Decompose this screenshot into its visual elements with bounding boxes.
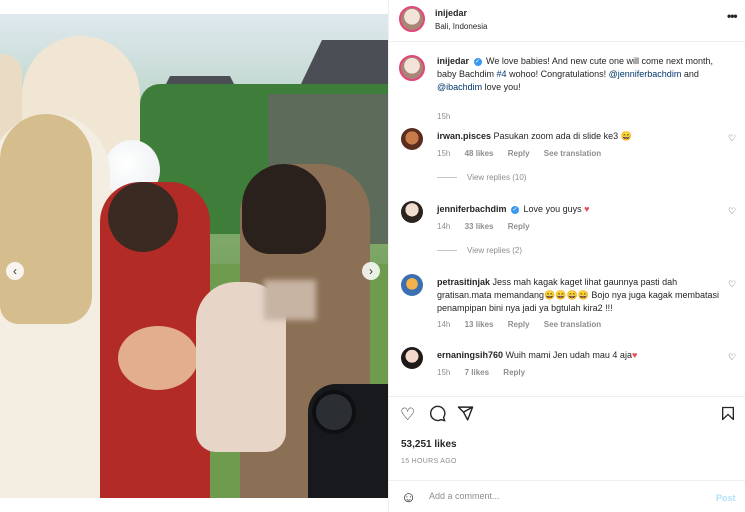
comment-avatar[interactable]: [401, 274, 423, 296]
comment-likes[interactable]: 33 likes: [465, 222, 494, 231]
comment-text: irwan.pisces Pasukan zoom ada di slide k…: [437, 130, 727, 143]
comment-item: petrasitinjak Jess mah kagak kaget lihat…: [389, 274, 745, 334]
comment-reply-button[interactable]: Reply: [508, 222, 530, 231]
caption-mention-1[interactable]: @jenniferbachdim: [609, 69, 682, 79]
post-side-panel: inijedar Bali, Indonesia ••• inijedar ✓ …: [388, 0, 745, 512]
comment-text: petrasitinjak Jess mah kagak kaget lihat…: [437, 276, 727, 315]
comment-avatar[interactable]: [401, 128, 423, 150]
heart-icon[interactable]: ♡: [400, 405, 415, 425]
comment-likes[interactable]: 7 likes: [465, 368, 489, 377]
verified-icon: ✓: [473, 57, 482, 66]
post-caption: inijedar ✓ We love babies! And new cute …: [389, 55, 745, 121]
comment-meta: 14h 33 likes Reply: [437, 222, 542, 231]
photo-person-red-head: [108, 182, 178, 252]
view-replies-button[interactable]: View replies (10): [437, 173, 526, 182]
caption-avatar[interactable]: [399, 55, 425, 81]
post-header: inijedar Bali, Indonesia •••: [389, 0, 745, 42]
photo-person-snakeskin-head: [242, 164, 326, 254]
comment-like-icon[interactable]: ♡: [728, 133, 736, 144]
replies-divider: [437, 177, 457, 179]
post-comment-button[interactable]: Post: [716, 493, 736, 503]
view-replies-button[interactable]: View replies (2): [437, 246, 522, 255]
comment-meta: 15h 7 likes Reply: [437, 368, 537, 377]
comment-time: 15h: [437, 149, 451, 158]
comment-reply-button[interactable]: Reply: [508, 320, 530, 329]
caption-body-2: wohoo! Congratulations!: [506, 69, 609, 79]
comment-time: 14h: [437, 222, 451, 231]
prev-slide-button[interactable]: ‹: [6, 262, 24, 280]
view-replies-label: View replies (2): [467, 246, 522, 255]
comment-body: Pasukan zoom ada di slide ke3 😄: [493, 131, 632, 141]
comment-username[interactable]: petrasitinjak: [437, 277, 490, 287]
add-comment-bar: ☺ Post: [389, 480, 745, 512]
author-avatar[interactable]: [399, 6, 425, 32]
heart-emoji-icon: ♥: [584, 204, 590, 214]
photo-belly: [118, 326, 198, 390]
comment-body: Love you guys: [523, 204, 585, 214]
comment-text: ernaningsih760 Wuih mami Jen udah mau 4 …: [437, 349, 727, 362]
caption-text: inijedar ✓ We love babies! And new cute …: [437, 55, 727, 94]
caption-and: and: [681, 69, 699, 79]
comment-likes[interactable]: 48 likes: [465, 149, 494, 158]
comment-item: irwan.pisces Pasukan zoom ada di slide k…: [389, 128, 745, 188]
comment-item: ernaningsih760 Wuih mami Jen udah mau 4 …: [389, 347, 745, 387]
comment-username[interactable]: ernaningsih760: [437, 350, 503, 360]
caption-hashtag[interactable]: #4: [497, 69, 507, 79]
comment-like-icon[interactable]: ♡: [728, 206, 736, 217]
caption-username[interactable]: inijedar: [437, 56, 469, 66]
caption-meta: 15h: [437, 112, 462, 121]
comment-likes[interactable]: 13 likes: [465, 320, 494, 329]
comment-reply-button[interactable]: Reply: [503, 368, 525, 377]
comment-meta: 15h 48 likes Reply See translation: [437, 149, 613, 158]
comment-body: Wuih mami Jen udah mau 4 aja: [505, 350, 632, 360]
next-slide-button[interactable]: ›: [362, 262, 380, 280]
comment-avatar[interactable]: [401, 201, 423, 223]
caption-body-3: love you!: [482, 82, 521, 92]
comment-like-icon[interactable]: ♡: [728, 352, 736, 363]
emoji-icon[interactable]: ☺: [401, 489, 416, 506]
caption-mention-2[interactable]: @ibachdim: [437, 82, 482, 92]
view-replies-label: View replies (10): [467, 173, 527, 182]
heart-emoji-icon: ♥: [631, 350, 638, 360]
photo-camera-lens: [312, 390, 356, 434]
comment-input[interactable]: [429, 491, 689, 501]
see-translation-button[interactable]: See translation: [544, 149, 601, 158]
replies-divider: [437, 250, 457, 252]
photo-person-left-hair: [0, 114, 92, 324]
caption-time: 15h: [437, 112, 451, 121]
comment-time: 15h: [437, 368, 451, 377]
author-username[interactable]: inijedar: [435, 8, 467, 18]
comment-avatar[interactable]: [401, 347, 423, 369]
comment-reply-button[interactable]: Reply: [508, 149, 530, 158]
see-translation-button[interactable]: See translation: [544, 320, 601, 329]
comment-username[interactable]: jenniferbachdim: [437, 204, 507, 214]
comment-item: jenniferbachdim ✓ Love you guys ♥ ♡ 14h …: [389, 201, 745, 261]
bookmark-icon[interactable]: [720, 405, 736, 427]
comment-meta: 14h 13 likes Reply See translation: [437, 320, 613, 329]
post-timestamp: 15 HOURS AGO: [401, 458, 457, 465]
comment-like-icon[interactable]: ♡: [728, 279, 736, 290]
post-location[interactable]: Bali, Indonesia: [435, 22, 487, 31]
share-icon[interactable]: [457, 405, 474, 427]
comments-scroll[interactable]: inijedar ✓ We love babies! And new cute …: [389, 43, 745, 395]
comment-time: 14h: [437, 320, 451, 329]
post-actions: ♡ 53,251 likes 15 HOURS AGO: [389, 396, 745, 476]
more-icon[interactable]: •••: [727, 9, 738, 23]
comment-icon[interactable]: [429, 405, 446, 427]
comment-username[interactable]: irwan.pisces: [437, 131, 491, 141]
photo-censor-blur: [264, 280, 316, 320]
post-photo[interactable]: ‹ ›: [0, 14, 388, 498]
likes-count[interactable]: 53,251 likes: [401, 439, 457, 450]
verified-icon: ✓: [511, 205, 520, 214]
comment-text: jenniferbachdim ✓ Love you guys ♥: [437, 203, 727, 216]
